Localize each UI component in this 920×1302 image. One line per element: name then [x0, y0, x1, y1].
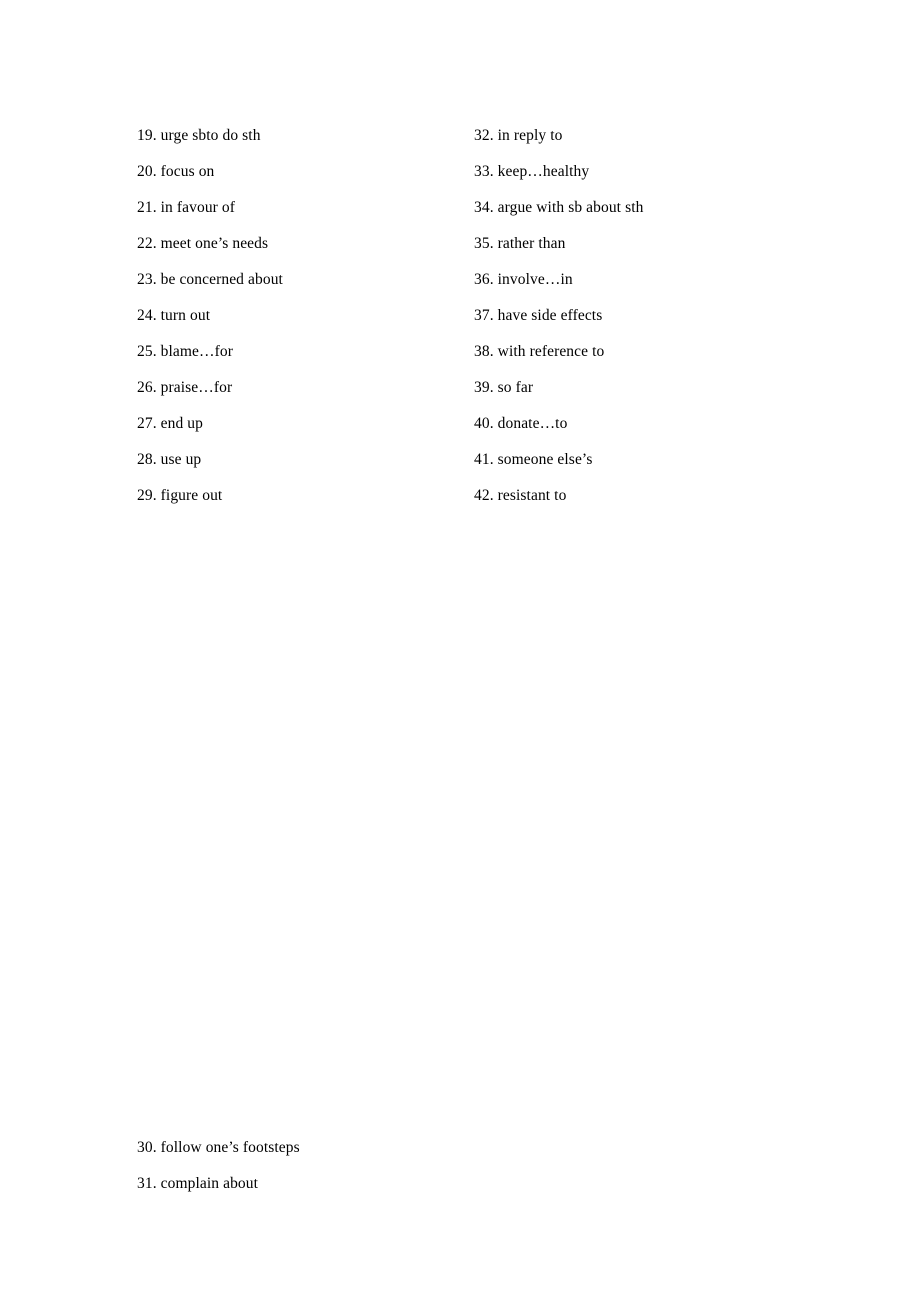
list-item: 29. figure out: [137, 487, 223, 504]
list-item: 37. have side effects: [474, 307, 603, 324]
list-item: 20. focus on: [137, 163, 215, 180]
list-item: 33. keep…healthy: [474, 163, 590, 180]
list-item: 39. so far: [474, 379, 534, 396]
phrase-list-column-right: 32. in reply to 33. keep…healthy 34. arg…: [474, 118, 874, 514]
list-item: 28. use up: [137, 451, 202, 468]
list-item: 26. praise…for: [137, 379, 233, 396]
list-item: 21. in favour of: [137, 199, 236, 216]
list-item: 30. follow one’s footsteps: [137, 1139, 300, 1156]
list-item: 35. rather than: [474, 235, 566, 252]
list-item: 32. in reply to: [474, 127, 563, 144]
phrase-list-bottom-block: 30. follow one’s footsteps 31. complain …: [137, 1130, 537, 1202]
list-item: 38. with reference to: [474, 343, 605, 360]
list-item: 31. complain about: [137, 1175, 259, 1192]
list-item: 42. resistant to: [474, 487, 567, 504]
list-item: 25. blame…for: [137, 343, 233, 360]
list-item: 22. meet one’s needs: [137, 235, 269, 252]
list-item: 41. someone else’s: [474, 451, 593, 468]
phrase-list-column-left: 19. urge sbto do sth 20. focus on 21. in…: [137, 118, 457, 514]
list-item: 27. end up: [137, 415, 204, 432]
list-item: 40. donate…to: [474, 415, 568, 432]
list-item: 24. turn out: [137, 307, 211, 324]
document-page: 19. urge sbto do sth 20. focus on 21. in…: [0, 0, 920, 1302]
list-item: 36. involve…in: [474, 271, 573, 288]
list-item: 19. urge sbto do sth: [137, 127, 261, 144]
list-item: 23. be concerned about: [137, 271, 283, 288]
list-item: 34. argue with sb about sth: [474, 199, 644, 216]
